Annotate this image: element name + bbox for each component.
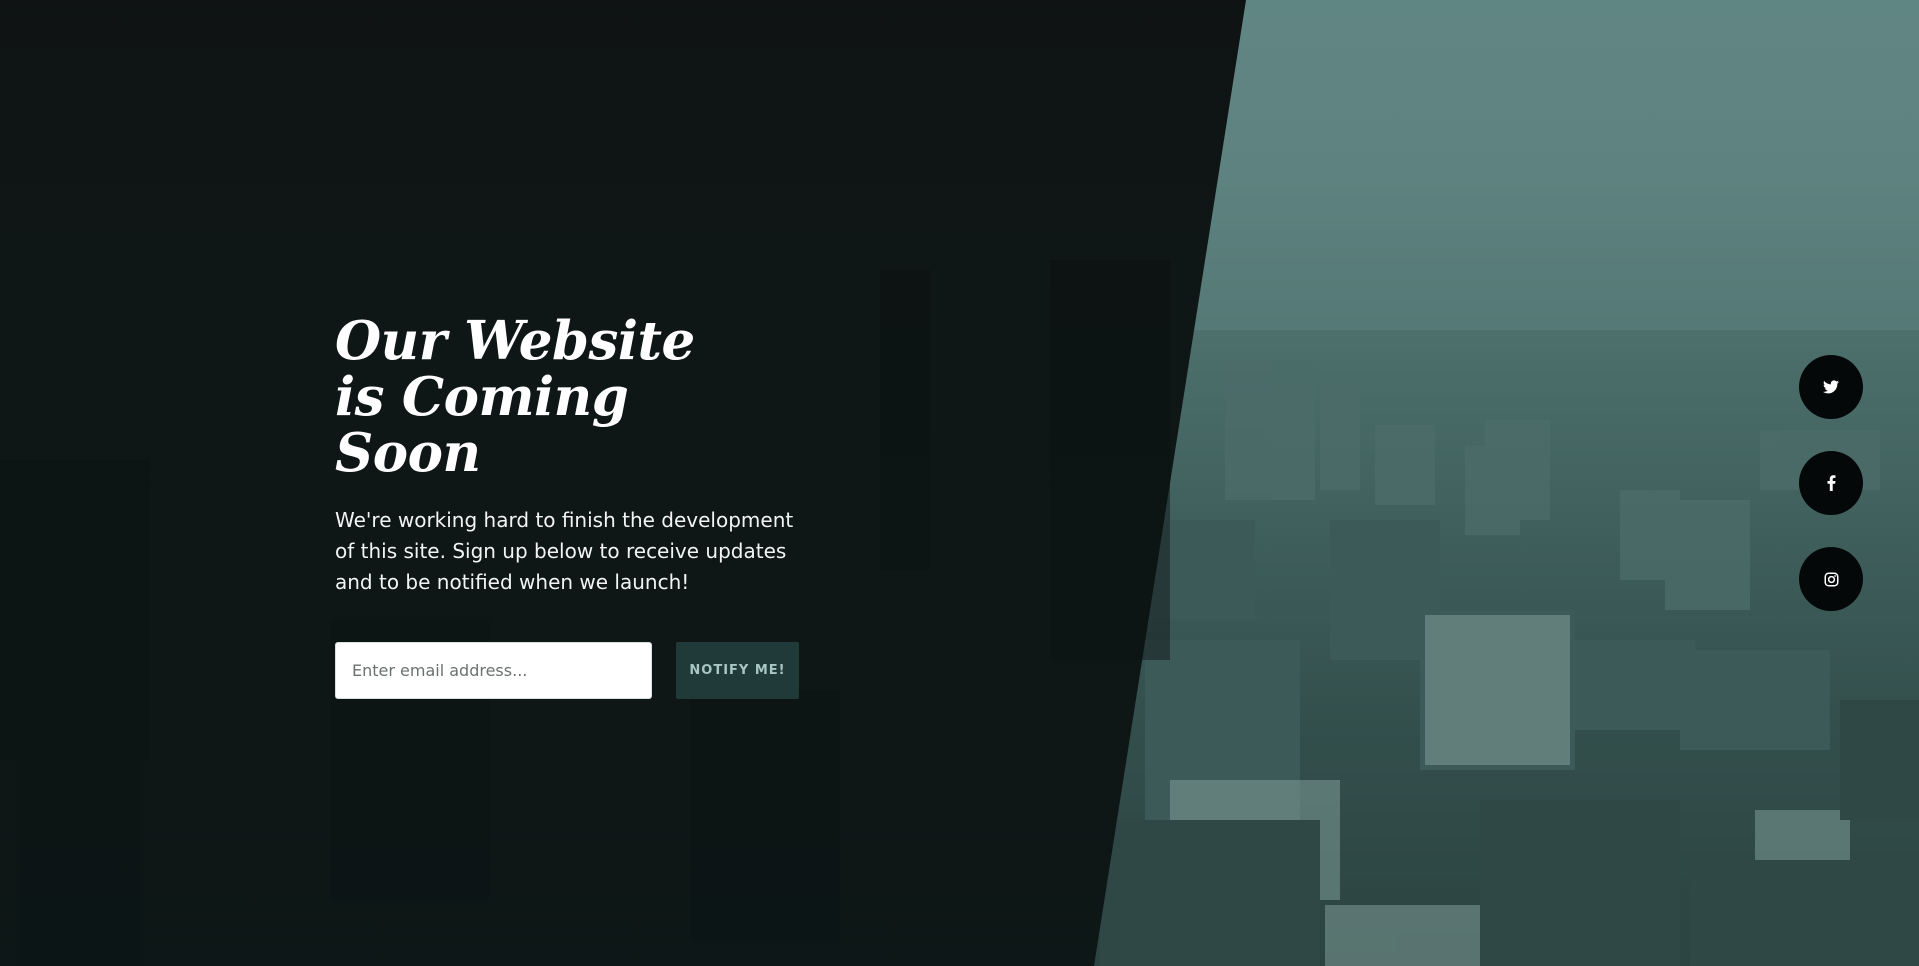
hero-content: Our Website is Coming Soon We're working… — [335, 313, 805, 699]
twitter-icon — [1823, 380, 1839, 394]
facebook-button[interactable] — [1799, 451, 1863, 515]
email-field[interactable] — [335, 642, 652, 699]
instagram-icon — [1824, 572, 1839, 587]
hero-description: We're working hard to finish the develop… — [335, 508, 794, 594]
page-title: Our Website is Coming Soon — [335, 310, 695, 484]
coming-soon-page: Our Website is Coming Soon We're working… — [0, 0, 1919, 966]
social-links — [1799, 355, 1863, 611]
twitter-button[interactable] — [1799, 355, 1863, 419]
facebook-icon — [1827, 475, 1836, 491]
signup-form: NOTIFY ME! — [335, 642, 805, 699]
notify-me-button[interactable]: NOTIFY ME! — [676, 642, 799, 699]
instagram-button[interactable] — [1799, 547, 1863, 611]
